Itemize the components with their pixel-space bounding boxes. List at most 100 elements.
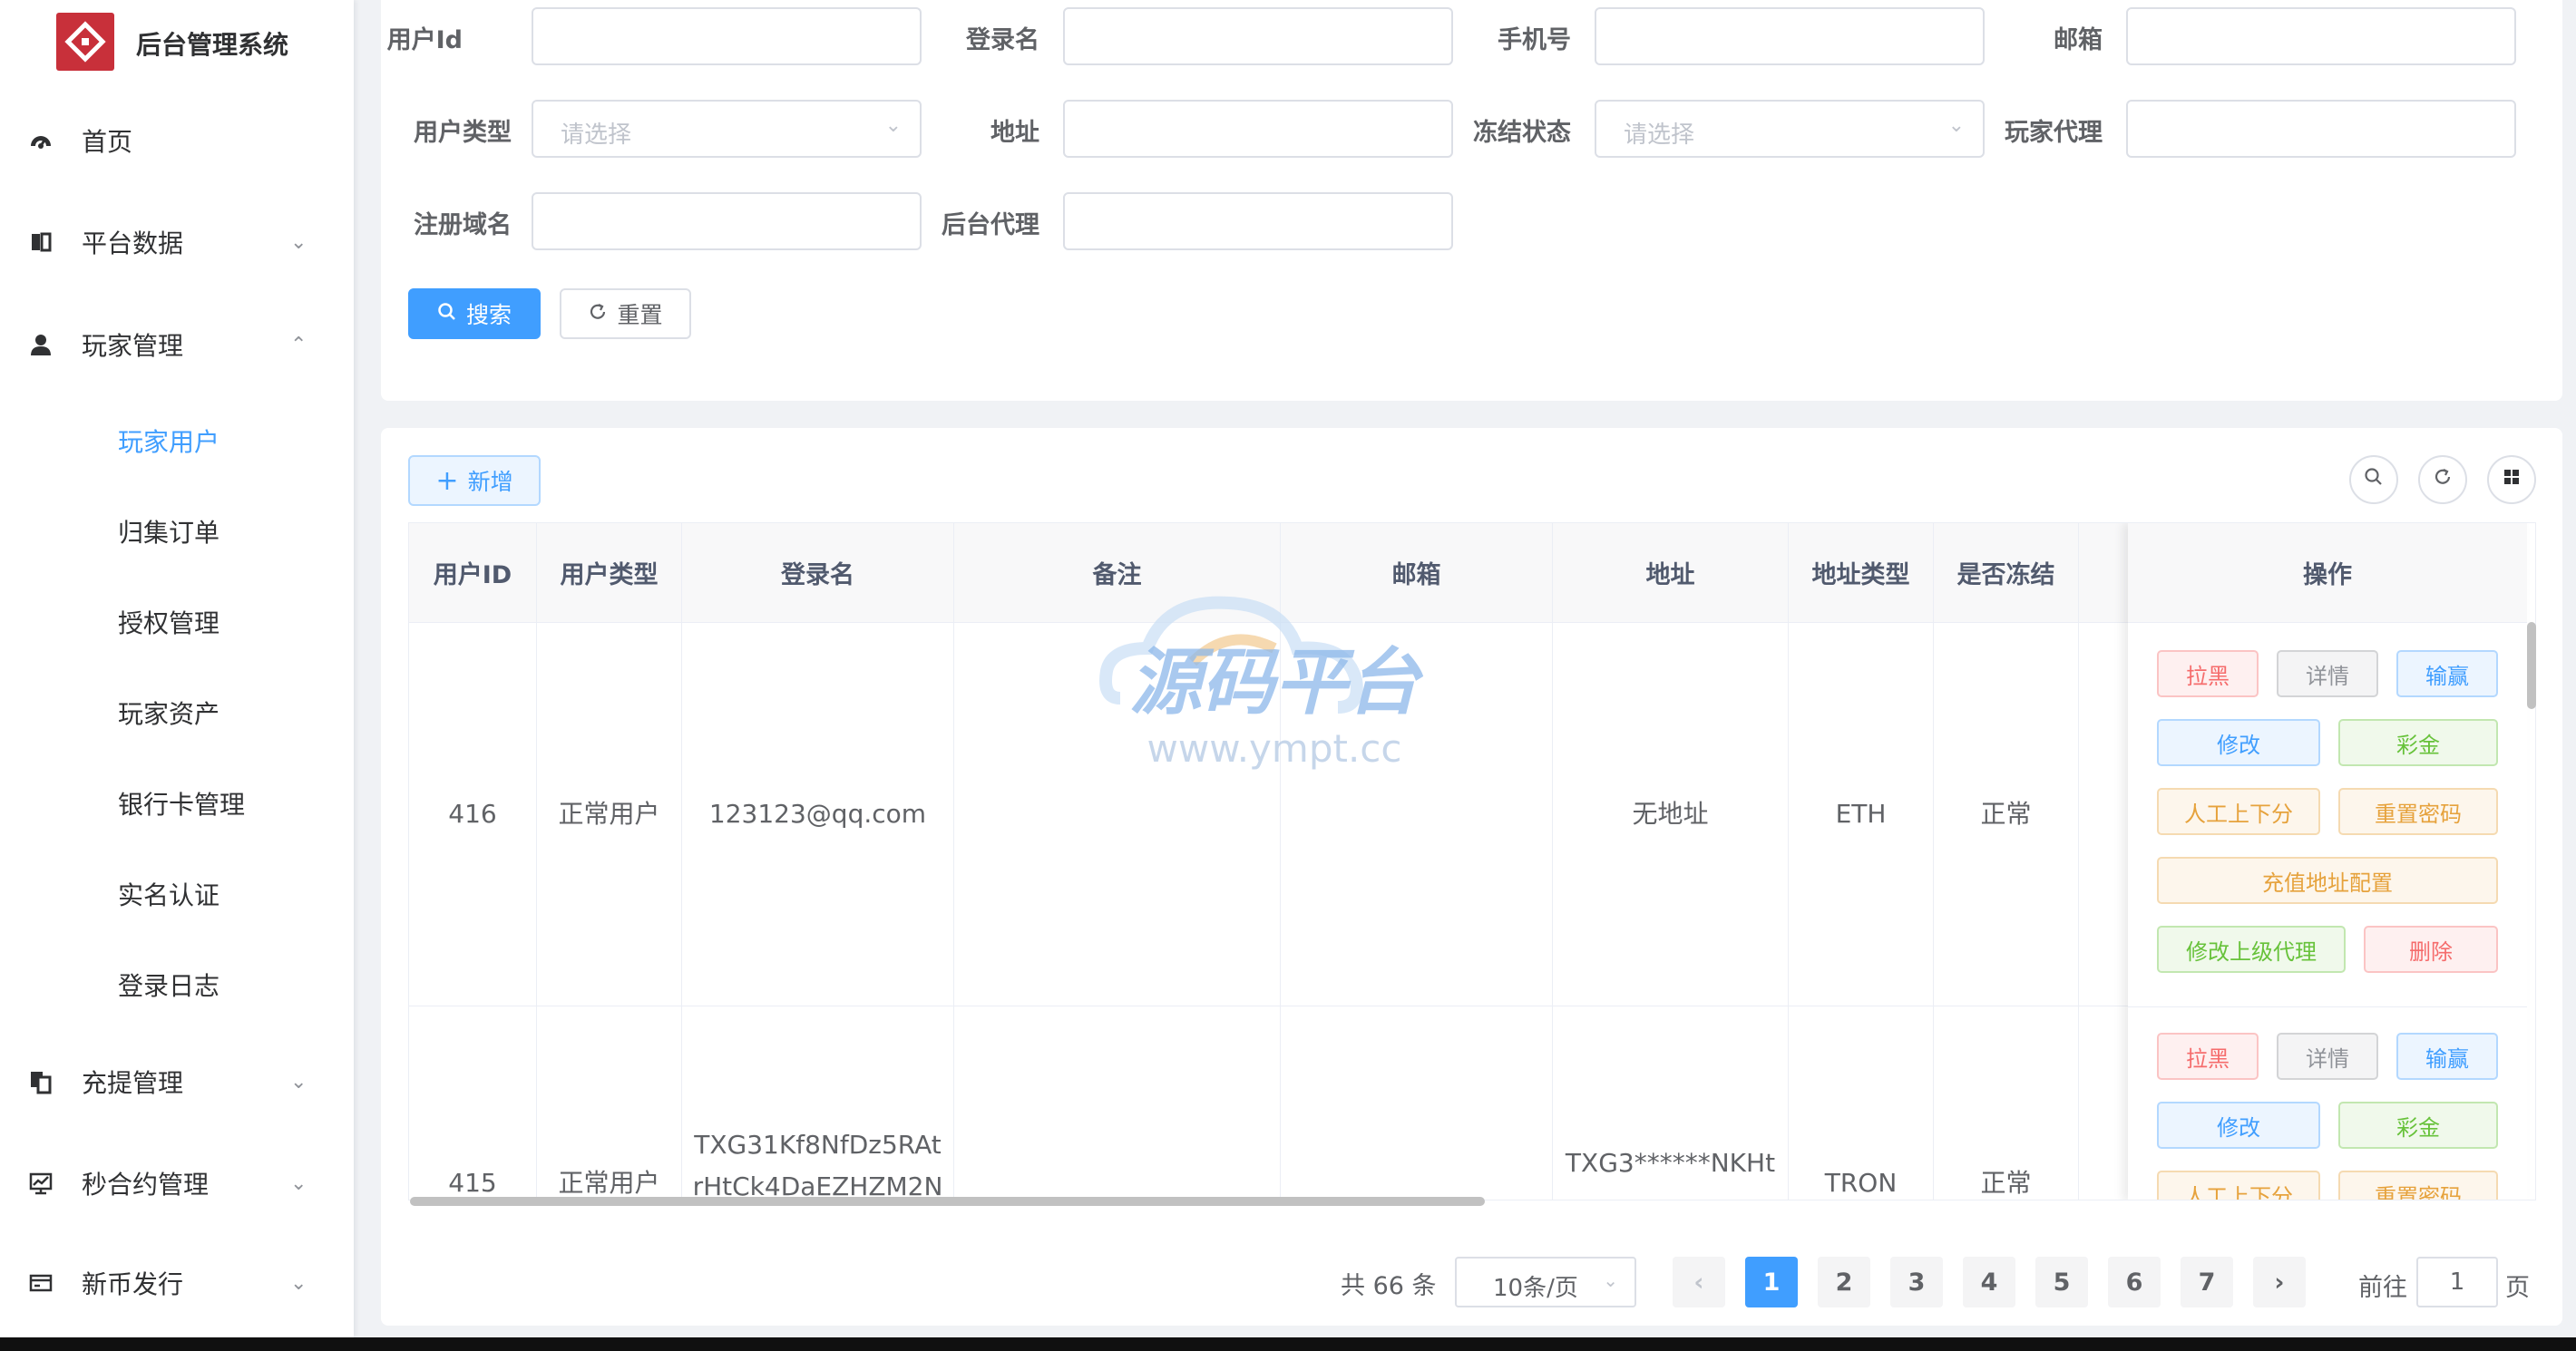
reset-button-label: 重置 — [617, 302, 663, 328]
reset-password-button[interactable]: 重置密码 — [2338, 788, 2498, 835]
operations-column: 操作 拉黑 详情 输赢 修改 彩金 人工上下分 重置密码 充值地址配置 修改上级… — [2128, 523, 2527, 1200]
manual-score-button[interactable]: 人工上下分 — [2157, 1171, 2320, 1200]
email-input[interactable] — [2126, 7, 2516, 65]
login-name-line: rHtCk4DaEZHZM2N — [692, 1171, 943, 1200]
backend-agent-input[interactable] — [1063, 192, 1453, 250]
page-button[interactable]: 3 — [1890, 1257, 1943, 1307]
phone-label: 手机号 — [1498, 26, 1571, 54]
delete-button[interactable]: 删除 — [2364, 926, 2498, 973]
page-button[interactable]: 1 — [1745, 1257, 1798, 1307]
chevron-down-icon: ⌄ — [290, 1271, 307, 1295]
search-icon — [437, 301, 457, 327]
reset-password-button[interactable]: 重置密码 — [2338, 1171, 2498, 1200]
column-header-spacer — [2079, 523, 2133, 623]
chart-icon — [27, 1170, 54, 1197]
cell-address: 无地址 — [1553, 623, 1789, 1006]
freeze-status-select[interactable]: 请选择 ⌄ — [1595, 100, 1985, 158]
sidebar-subitem-label: 银行卡管理 — [118, 790, 246, 820]
win-lose-button[interactable]: 输赢 — [2396, 650, 2498, 697]
blacklist-button[interactable]: 拉黑 — [2157, 650, 2259, 697]
detail-button[interactable]: 详情 — [2277, 1033, 2378, 1080]
player-agent-input[interactable] — [2126, 100, 2516, 158]
column-header: 登录名 — [682, 523, 954, 623]
user-type-select[interactable]: 请选择 ⌄ — [532, 100, 922, 158]
login-name-input[interactable] — [1063, 7, 1453, 65]
blacklist-button[interactable]: 拉黑 — [2157, 1033, 2259, 1080]
phone-input[interactable] — [1595, 7, 1985, 65]
chevron-down-icon: ⌄ — [1603, 1269, 1618, 1291]
player-agent-label: 玩家代理 — [2005, 119, 2103, 147]
column-header: 备注 — [954, 523, 1281, 623]
sidebar-subitem-player-users[interactable]: 玩家用户 — [0, 404, 354, 477]
goto-suffix: 页 — [2505, 1274, 2530, 1302]
chevron-down-icon: ⌄ — [290, 1070, 307, 1093]
edit-button[interactable]: 修改 — [2157, 719, 2320, 766]
sidebar-subitem-label: 登录日志 — [118, 971, 220, 1001]
sidebar-item-seconds-contract[interactable]: 秒合约管理 ⌄ — [0, 1142, 354, 1224]
detail-button[interactable]: 详情 — [2277, 650, 2378, 697]
cell-frozen: 正常 — [1934, 1006, 2079, 1200]
cell-address-type: TRON — [1789, 1006, 1934, 1200]
sidebar-item-label: 玩家管理 — [82, 331, 184, 361]
chevron-down-icon: ⌄ — [290, 1171, 307, 1195]
cell-note — [954, 623, 1281, 1006]
user-id-input[interactable] — [532, 7, 922, 65]
app-title: 后台管理系统 — [136, 30, 289, 60]
prev-page-button[interactable]: ‹ — [1673, 1257, 1725, 1307]
sidebar-item-home[interactable]: 首页 — [0, 100, 354, 181]
address-input[interactable] — [1063, 100, 1453, 158]
sidebar-item-player-management[interactable]: 玩家管理 ⌃ — [0, 304, 354, 385]
backend-agent-label: 后台代理 — [942, 211, 1039, 239]
sidebar-subitem-assets[interactable]: 玩家资产 — [0, 676, 354, 749]
dashboard-icon — [27, 127, 54, 154]
sidebar-subitem-bank-cards[interactable]: 银行卡管理 — [0, 767, 354, 840]
chevron-down-icon: ⌄ — [290, 230, 307, 254]
toggle-search-button[interactable] — [2349, 455, 2398, 504]
chevron-down-icon: ⌄ — [884, 114, 902, 137]
next-page-button[interactable]: › — [2253, 1257, 2306, 1307]
sidebar-subitem-auth[interactable]: 授权管理 — [0, 586, 354, 658]
sidebar-item-platform-data[interactable]: 平台数据 ⌄ — [0, 201, 354, 283]
column-header: 邮箱 — [1281, 523, 1553, 623]
sidebar-subitem-login-log[interactable]: 登录日志 — [0, 948, 354, 1021]
sidebar-subitem-kyc[interactable]: 实名认证 — [0, 858, 354, 930]
card-icon — [27, 1269, 54, 1297]
user-id-label: 用户Id — [386, 26, 463, 54]
user-type-label: 用户类型 — [414, 119, 512, 147]
vertical-scrollbar[interactable] — [2527, 622, 2536, 709]
search-button[interactable]: 搜索 — [408, 288, 541, 339]
cell-spacer — [2079, 623, 2133, 1006]
goto-page-input[interactable]: 1 — [2416, 1257, 2498, 1307]
horizontal-scrollbar[interactable] — [410, 1197, 1485, 1206]
bonus-button[interactable]: 彩金 — [2338, 719, 2498, 766]
email-label: 邮箱 — [2054, 26, 2103, 54]
sidebar-item-new-coin[interactable]: 新币发行 ⌄ — [0, 1242, 354, 1324]
bonus-button[interactable]: 彩金 — [2338, 1102, 2498, 1149]
page-button[interactable]: 7 — [2181, 1257, 2233, 1307]
taskbar-strip — [0, 1337, 2576, 1351]
cell-frozen: 正常 — [1934, 623, 2079, 1006]
player-table: 用户ID 用户类型 登录名 备注 邮箱 地址 地址类型 是否冻结 416 正常用… — [408, 522, 2536, 1200]
win-lose-button[interactable]: 输赢 — [2396, 1033, 2498, 1080]
page-size-select[interactable]: 10条/页 ⌄ — [1455, 1257, 1636, 1307]
edit-button[interactable]: 修改 — [2157, 1102, 2320, 1149]
page-button[interactable]: 6 — [2108, 1257, 2161, 1307]
page-button[interactable]: 4 — [1963, 1257, 2015, 1307]
page-button[interactable]: 2 — [1818, 1257, 1870, 1307]
manual-score-button[interactable]: 人工上下分 — [2157, 788, 2320, 835]
edit-parent-agent-button[interactable]: 修改上级代理 — [2157, 926, 2346, 973]
recharge-address-config-button[interactable]: 充值地址配置 — [2157, 857, 2498, 904]
sidebar-item-deposit-withdraw[interactable]: 充提管理 ⌄ — [0, 1041, 354, 1123]
cell-email — [1281, 623, 1553, 1006]
columns-button[interactable] — [2487, 455, 2536, 504]
page-button[interactable]: 5 — [2035, 1257, 2088, 1307]
reg-domain-input[interactable] — [532, 192, 922, 250]
add-button[interactable]: + 新增 — [408, 455, 541, 506]
cell-note — [954, 1006, 1281, 1200]
refresh-button[interactable] — [2418, 455, 2467, 504]
column-header: 用户类型 — [537, 523, 682, 623]
reset-button[interactable]: 重置 — [560, 288, 691, 339]
freeze-status-label: 冻结状态 — [1473, 119, 1571, 147]
chevron-left-icon: ‹ — [1693, 1268, 1704, 1297]
sidebar-subitem-collect-orders[interactable]: 归集订单 — [0, 495, 354, 568]
